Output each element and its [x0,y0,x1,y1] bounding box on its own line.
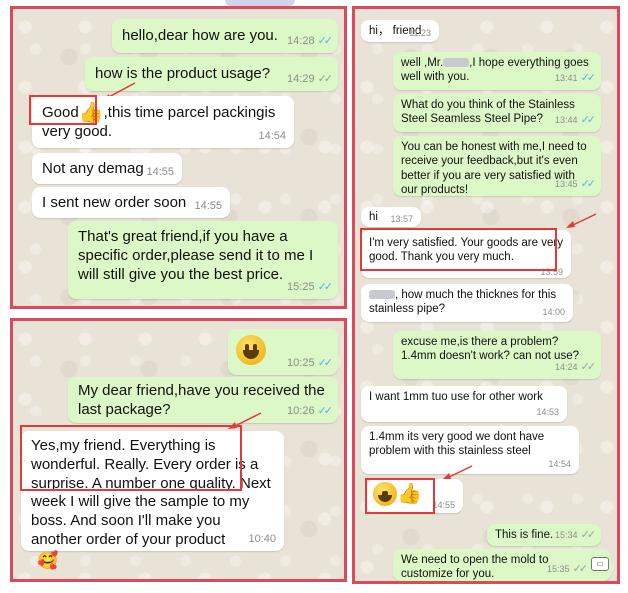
message-time: 14:24 [555,362,578,373]
highlight-box [20,425,242,491]
message-time: 11:23 [409,27,431,38]
message-time: 14:55 [146,166,174,179]
highlight-box [360,228,557,271]
message-time: 15:35 [547,564,570,575]
chat-message-outgoing[interactable]: What do you think of the Stainless Steel… [393,94,601,132]
chat-message-incoming[interactable]: hi 13:57 [361,207,421,227]
message-time: 13:45 [555,179,578,190]
double-check-icon: ✓✓ [317,281,334,294]
message-time: 13:41 [555,73,578,84]
smiling-hearts-emoji: 🥰 [37,551,59,570]
double-check-icon: ✓✓ [572,563,589,576]
message-time: 14:54 [258,130,286,143]
chat-message-outgoing[interactable]: You can be honest with me,I need to rece… [393,136,601,196]
double-check-icon: ✓✓ [317,357,334,370]
chat-message-incoming[interactable]: I sent new order soon 14:55 [32,187,230,218]
message-text: I sent new order soon [42,194,187,211]
message-text: What do you think of the Stainless Steel… [401,99,575,126]
chat-message-outgoing[interactable]: hello,dear how are you. 14:28 ✓✓ [112,19,338,53]
chat-screenshot-panel-c: hi， friend 11:23 well ,Mr. ,I hope everyt… [352,6,620,584]
chat-message-outgoing[interactable]: well ,Mr. ,I hope everything goes well wi… [393,52,601,90]
annotation-arrow [566,213,597,228]
double-check-icon: ✓✓ [580,529,597,542]
message-text: I want 1mm tuo use for other work [369,391,543,403]
chat-screenshot-panel-a: hello,dear how are you. 14:28 ✓✓ how is t… [10,6,347,309]
highlight-box [29,95,97,125]
message-time: 10:40 [248,533,276,546]
chat-message-outgoing[interactable]: This is fine. 15:34 ✓✓ [487,524,601,546]
message-time: 15:25 [287,281,315,294]
message-text: That's great friend,if you have a specif… [78,228,314,283]
message-time: 14:55 [194,200,222,213]
message-time: 14:54 [548,458,571,469]
double-check-icon: ✓✓ [580,361,597,374]
chat-message-incoming[interactable]: Not any demag 14:55 [32,153,182,184]
chat-message-outgoing[interactable]: We need to open the mold to customize fo… [393,549,611,581]
message-text: hi [369,211,378,223]
chat-message-outgoing[interactable]: excuse me,is there a problem? 1.4mm does… [393,331,601,379]
redacted-name [443,58,470,68]
double-check-icon: ✓✓ [580,72,597,85]
message-text: well ,Mr. [401,57,444,69]
message-time: 15:34 [555,530,578,541]
chat-message-incoming[interactable]: I want 1mm tuo use for other work 14:53 [361,386,567,422]
message-time: 14:29 [287,73,315,86]
message-text: 1.4mm its very good we dont have problem… [369,431,545,458]
message-time: 14:55 [432,499,455,510]
message-text: hello,dear how are you. [122,27,278,44]
message-time: 13:57 [390,213,413,224]
double-check-icon: ✓✓ [317,35,334,48]
chat-message-incoming[interactable]: hi， friend 11:23 [361,20,439,42]
chat-message-incoming[interactable]: , how much the thicknes for this stainle… [361,284,573,322]
cast-icon[interactable]: ▭ [591,557,609,571]
message-text: how is the product usage? [95,65,271,82]
redacted-name [369,290,395,300]
message-text: , how much the thicknes for this stainle… [369,289,557,316]
message-text: Not any demag [42,160,144,177]
message-time: 13:44 [555,115,578,126]
chat-message-outgoing[interactable]: My dear friend,have you received the las… [68,377,338,423]
chat-message-outgoing[interactable]: That's great friend,if you have a specif… [68,221,338,299]
message-time: 14:00 [542,306,565,317]
message-text: This is fine. [495,529,554,541]
chat-message-outgoing[interactable]: 10:25 ✓✓ [228,329,338,375]
message-time: 14:28 [287,35,315,48]
double-check-icon: ✓✓ [317,405,334,418]
grinning-face-emoji [236,335,266,365]
message-time: 14:53 [536,406,559,417]
double-check-icon: ✓✓ [580,114,597,127]
message-text: We need to open the mold to customize fo… [401,554,549,581]
double-check-icon: ✓✓ [317,73,334,86]
double-check-icon: ✓✓ [580,178,597,191]
message-time: 10:25 [287,357,315,370]
message-time: 10:26 [287,405,315,418]
chat-screenshot-panel-b: 10:25 ✓✓ My dear friend,have you received… [10,318,347,582]
highlight-box [365,478,435,514]
message-text: excuse me,is there a problem? 1.4mm does… [401,336,579,363]
